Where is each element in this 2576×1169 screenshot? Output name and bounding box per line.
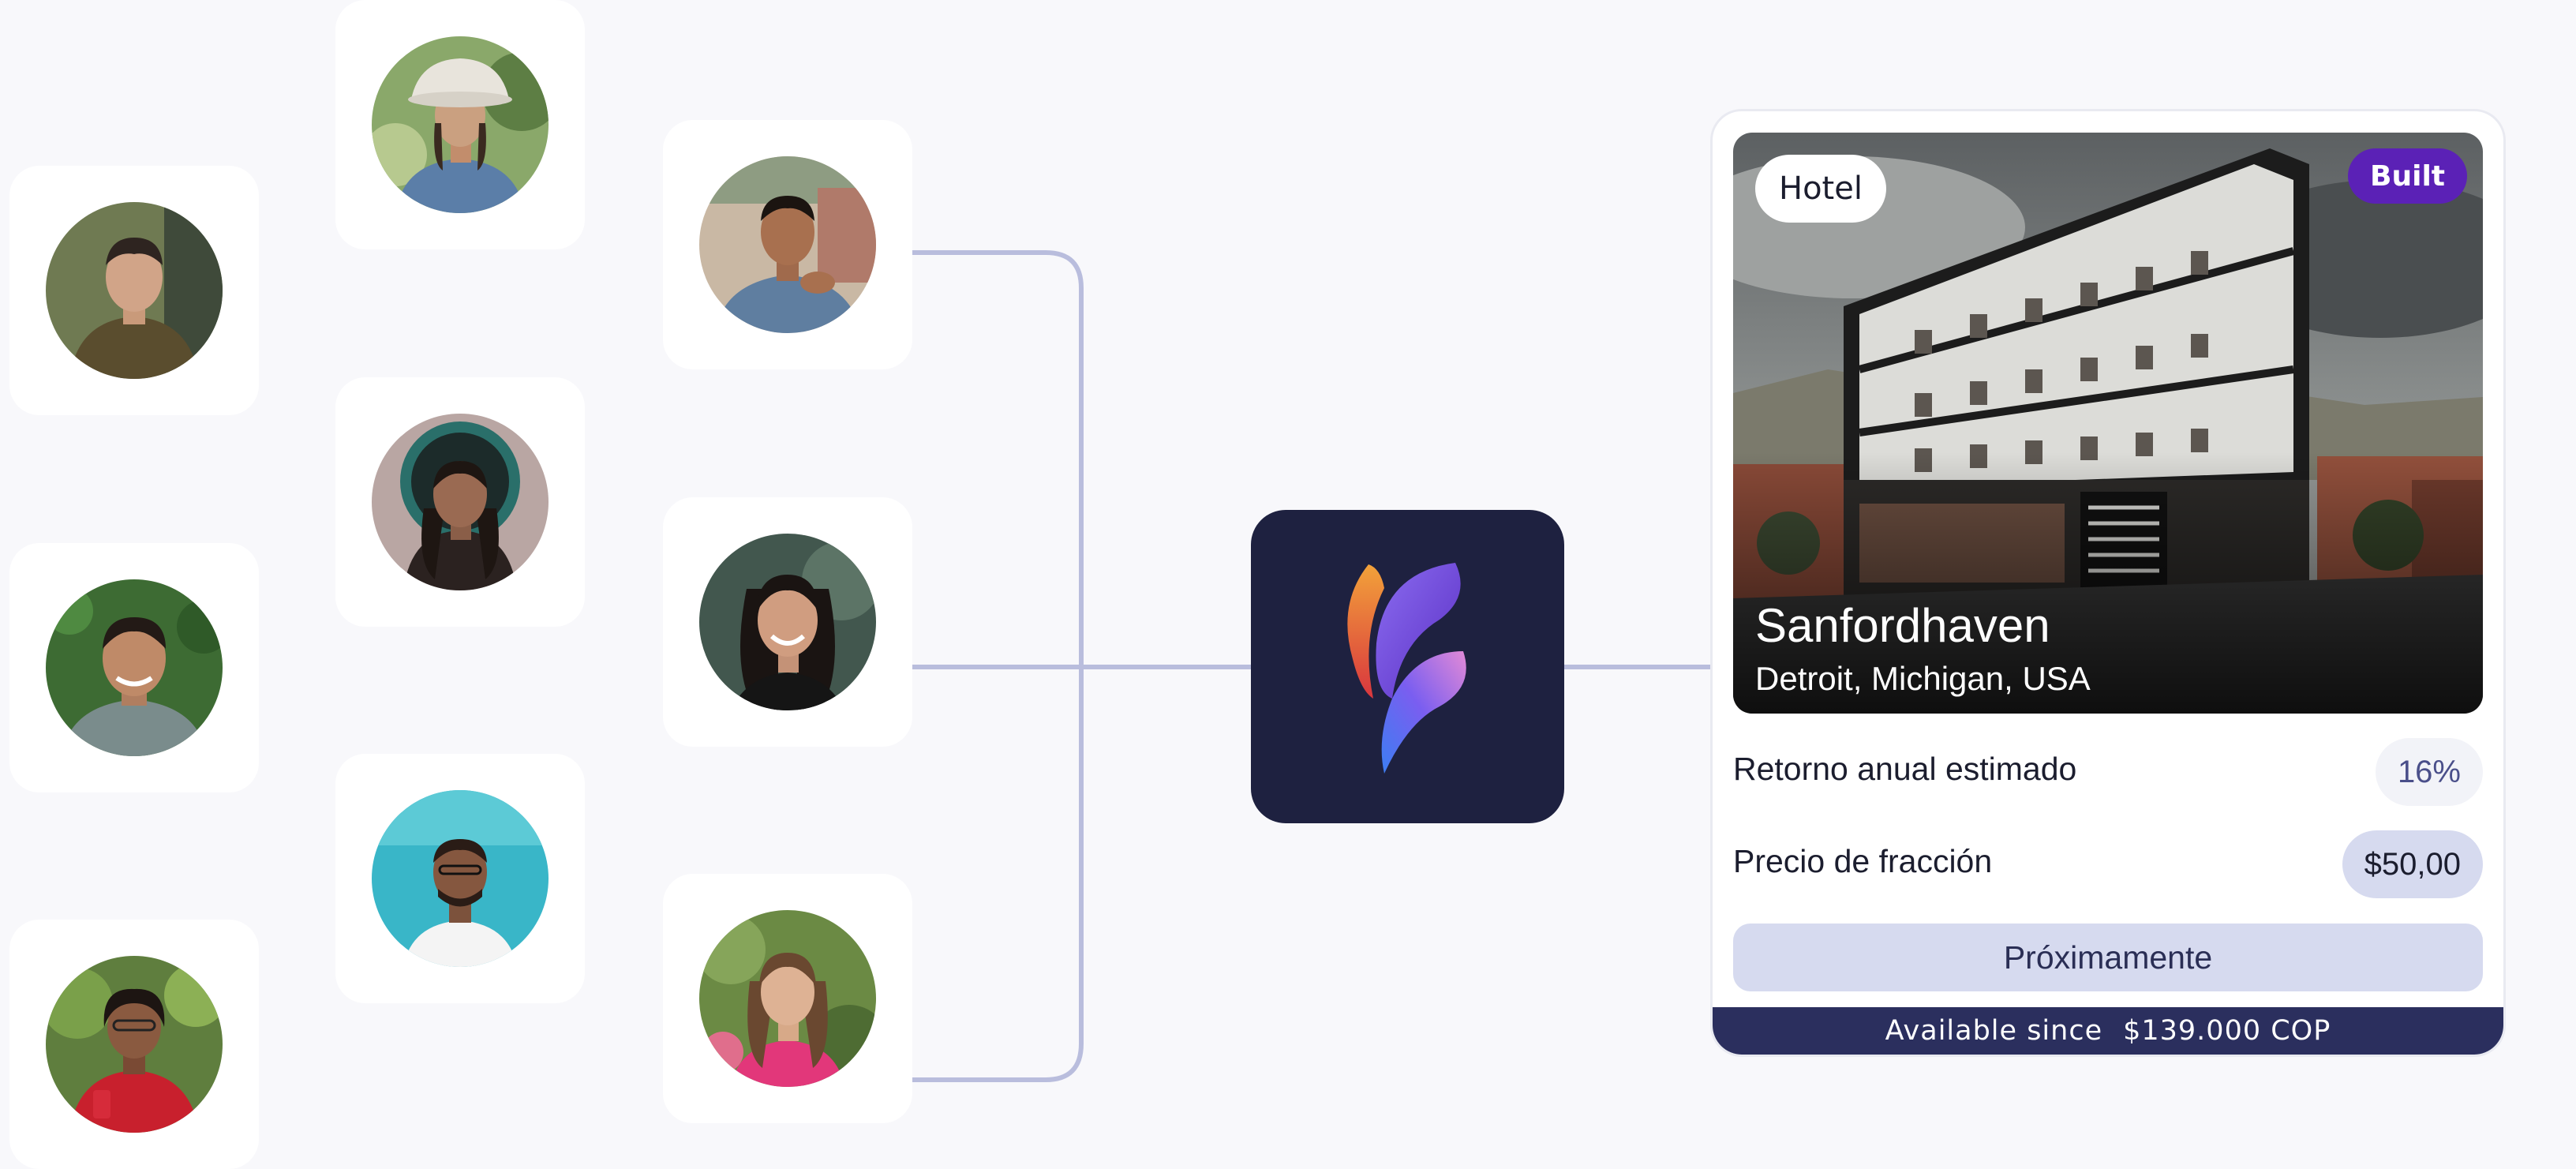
- avatar-card: [9, 920, 259, 1169]
- avatar-card: [335, 754, 585, 1003]
- fraction-price-value: $50,00: [2342, 830, 2483, 898]
- card-footer: Available since $139.000 COP: [1713, 1007, 2503, 1055]
- avatar-man-green-background: [46, 579, 223, 756]
- avatar-woman-bucket-hat: [372, 36, 549, 213]
- avatar-woman-headdress: [372, 414, 549, 590]
- property-card[interactable]: Hotel Built Sanfordhaven Detroit, Michig…: [1710, 109, 2506, 1057]
- coming-soon-button[interactable]: Próximamente: [1733, 924, 2483, 991]
- avatar-card: [663, 497, 912, 747]
- available-since-label: Available since: [1885, 1015, 2103, 1047]
- avatar-man-jacket: [46, 202, 223, 379]
- platform-logo-box: [1251, 510, 1564, 823]
- property-name: Sanfordhaven: [1755, 599, 2050, 652]
- feather-logo-icon: [1346, 562, 1466, 774]
- annual-return-label: Retorno anual estimado: [1733, 751, 2077, 787]
- avatar-man-beach: [372, 790, 549, 967]
- fraction-price-label: Precio de fracción: [1733, 843, 1993, 879]
- annual-return-value: 16%: [2375, 738, 2483, 806]
- avatar-card: [9, 543, 259, 792]
- property-type-pill: Hotel: [1755, 155, 1886, 223]
- avatar-card: [9, 166, 259, 415]
- avatar-card: [335, 0, 585, 249]
- status-badge: Built: [2348, 148, 2467, 204]
- avatar-card: [663, 120, 912, 369]
- avatar-card: [663, 874, 912, 1123]
- avatar-card: [335, 377, 585, 627]
- avatar-woman-garden: [699, 910, 876, 1087]
- property-location: Detroit, Michigan, USA: [1755, 660, 2091, 697]
- avatar-man-street: [699, 156, 876, 333]
- available-since-value: $139.000 COP: [2123, 1015, 2331, 1047]
- property-image: Hotel Built Sanfordhaven Detroit, Michig…: [1733, 133, 2483, 714]
- avatar-woman-smiling: [699, 534, 876, 710]
- avatar-woman-red-dress: [46, 956, 223, 1133]
